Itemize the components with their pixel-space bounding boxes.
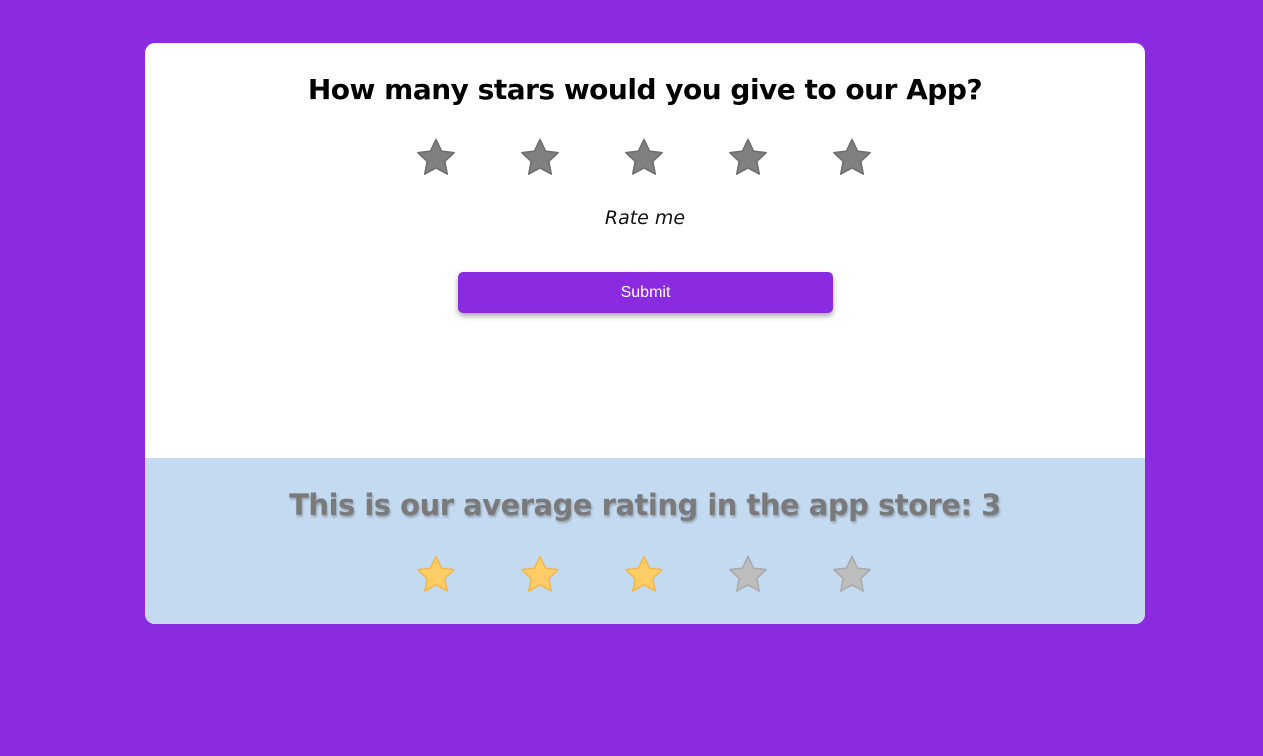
average-stars — [145, 552, 1145, 598]
rating-question: How many stars would you give to our App… — [307, 73, 983, 106]
average-star-3-icon — [621, 552, 667, 598]
rating-status-text: Rate me — [604, 207, 686, 229]
rate-star-1-icon[interactable] — [413, 135, 459, 181]
rate-star-4-icon[interactable] — [725, 135, 771, 181]
rating-stars — [145, 135, 1145, 181]
submit-button[interactable]: Submit — [458, 272, 833, 313]
average-star-2-icon — [517, 552, 563, 598]
average-star-1-icon — [413, 552, 459, 598]
rate-section: How many stars would you give to our App… — [145, 43, 1145, 458]
rating-card: How many stars would you give to our App… — [145, 43, 1145, 624]
average-star-5-icon — [829, 552, 875, 598]
rate-star-5-icon[interactable] — [829, 135, 875, 181]
average-rating-section: This is our average rating in the app st… — [145, 458, 1145, 624]
average-rating-title: This is our average rating in the app st… — [289, 488, 1001, 522]
rate-star-2-icon[interactable] — [517, 135, 563, 181]
rate-star-3-icon[interactable] — [621, 135, 667, 181]
average-star-4-icon — [725, 552, 771, 598]
